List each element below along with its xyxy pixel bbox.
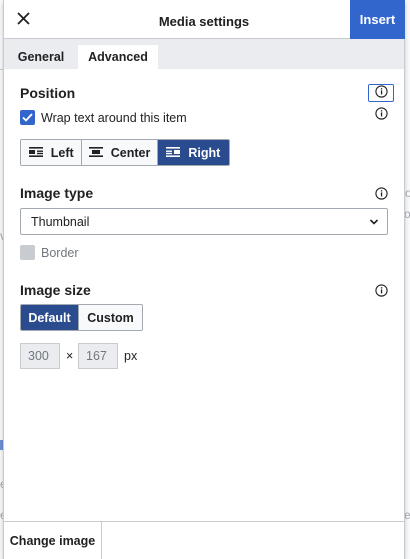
align-right-button[interactable]: Right — [157, 140, 229, 165]
align-center-button[interactable]: Center — [82, 140, 158, 165]
border-label: Border — [41, 246, 79, 260]
size-default-button[interactable]: Default — [21, 305, 80, 330]
image-type-info-icon[interactable] — [374, 186, 388, 200]
change-image-button[interactable]: Change image — [4, 522, 102, 559]
image-type-heading: Image type — [20, 185, 94, 201]
close-icon — [16, 11, 30, 28]
align-center-icon — [88, 146, 103, 160]
image-type-dropdown[interactable]: Thumbnail — [20, 208, 388, 235]
align-right-icon — [166, 146, 181, 160]
dialog-title: Media settings — [158, 14, 250, 29]
advanced-panel: Position Wrap text around this item Left — [4, 69, 404, 521]
position-heading: Position — [20, 85, 76, 101]
height-value: 167 — [86, 349, 107, 363]
tab-advanced[interactable]: Advanced — [78, 45, 158, 69]
dimension-separator: × — [66, 349, 74, 363]
height-input[interactable]: 167 — [78, 343, 118, 369]
width-input[interactable]: 300 — [20, 343, 60, 369]
align-left-button[interactable]: Left — [21, 140, 83, 165]
tab-general[interactable]: General — [10, 45, 72, 69]
align-left-label: Left — [50, 145, 74, 160]
image-size-info-icon[interactable] — [374, 283, 388, 297]
info-icon — [374, 85, 388, 101]
unit-label: px — [124, 349, 138, 363]
position-info-button[interactable] — [368, 84, 394, 102]
insert-button[interactable]: Insert — [350, 0, 405, 39]
image-size-heading: Image size — [20, 282, 91, 298]
dialog-footer: Change image — [4, 521, 404, 559]
close-button[interactable] — [4, 0, 42, 39]
tab-bar: General Advanced — [4, 39, 404, 69]
media-settings-dialog: Media settings Insert General Advanced P… — [3, 0, 405, 559]
align-center-label: Center — [110, 145, 151, 160]
align-right-label: Right — [188, 145, 221, 160]
wrap-text-label: Wrap text around this item — [41, 111, 187, 125]
chevron-down-icon — [369, 216, 379, 230]
width-value: 300 — [28, 349, 49, 363]
align-left-icon — [28, 146, 43, 160]
alignment-button-group: Left Center Right — [20, 139, 230, 166]
size-mode-button-group: Default Custom — [20, 304, 143, 331]
background-text: o — [405, 186, 410, 200]
wrap-info-icon[interactable] — [374, 106, 388, 120]
checkmark-icon — [22, 110, 33, 125]
size-custom-button[interactable]: Custom — [79, 305, 142, 330]
border-checkbox[interactable] — [20, 245, 35, 260]
wrap-text-checkbox[interactable] — [20, 110, 35, 125]
image-type-selected: Thumbnail — [31, 214, 90, 229]
dialog-header: Media settings Insert — [4, 0, 405, 39]
